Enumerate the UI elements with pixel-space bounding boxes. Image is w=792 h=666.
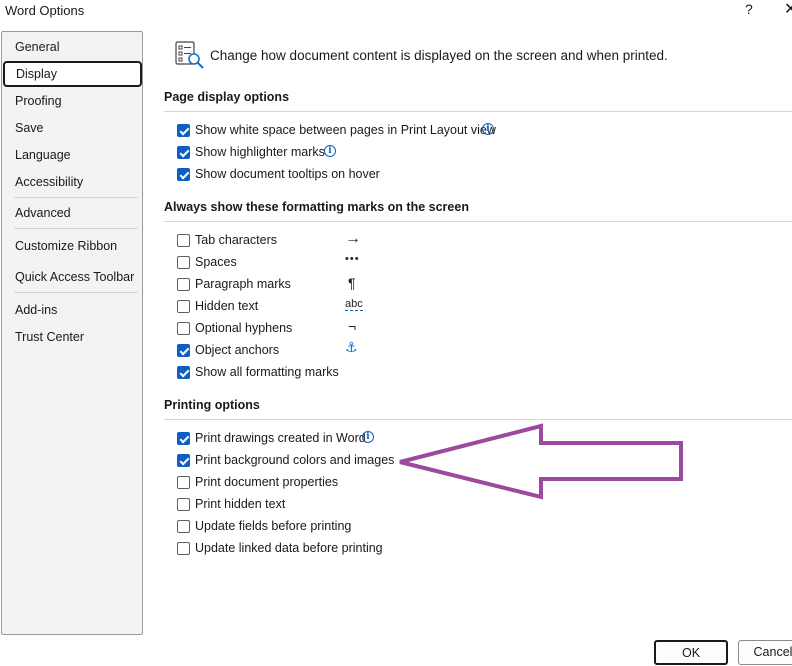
ok-button[interactable]: OK <box>654 640 728 665</box>
annotation-arrow-icon <box>399 423 683 500</box>
cancel-button[interactable]: Cancel <box>738 640 792 665</box>
